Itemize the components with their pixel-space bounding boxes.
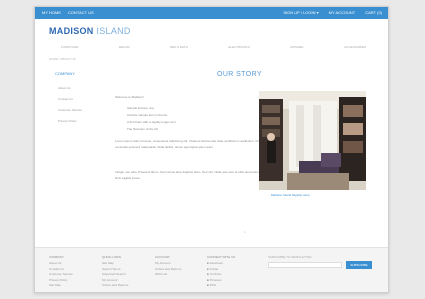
list-item: Sample list item one [127,106,155,110]
list-item: The final item of the list [127,127,158,131]
nav-item-apparel[interactable]: APPAREL [290,45,304,49]
newsletter-label: SUBSCRIBE TO NEWSLETTER [268,255,312,259]
sidebar-item-about[interactable]: About Us [58,86,70,90]
nav-item-decor[interactable]: DECOR [119,45,130,49]
main-nav: FURNITURE DECOR BED & BATH ELECTRONICS A… [61,45,366,49]
footer-social-label: Twitter [209,266,219,271]
footer-social-label: Facebook [209,261,223,265]
top-bar: MY HOME CONTACT US SIGN UP / LOGIN ▾ MY … [35,7,388,19]
footer: COMPANY About Us Contact Us Customer Ser… [35,247,388,292]
pinterest-icon: ■ [207,277,209,282]
sidebar-item-privacy[interactable]: Privacy Policy [58,119,77,123]
nav-item-bed-bath[interactable]: BED & BATH [170,45,188,49]
store-photo [259,91,366,190]
footer-social-link[interactable]: ■ RSS [207,283,235,289]
story-paragraph: Integer nec odio. Praesent libero. Sed c… [115,170,274,180]
footer-column-quick-links: QUICK LINKS Site Map Search Terms Advanc… [102,255,128,289]
signup-link[interactable]: SIGN UP / LOGIN ▾ [283,10,318,15]
store-photo-image [259,91,366,190]
cart-link[interactable]: CART (0) [365,10,382,15]
footer-link[interactable]: Site Map [49,283,73,289]
nav-item-accessories[interactable]: ACCESSORIES [344,45,366,49]
footer-link[interactable]: Wish List [155,272,181,278]
footer-link[interactable]: Customer Service [49,272,73,278]
subscribe-button[interactable]: SUBSCRIBE [346,261,372,269]
footer-link[interactable]: Orders and Returns [102,283,128,289]
footer-column-title: CONNECT WITH US [207,255,236,259]
brand-name-bold: MADISON [49,26,94,36]
footer-column-title: ACCOUNT [155,255,170,259]
home-link[interactable]: MY HOME [42,10,61,15]
nav-item-electronics[interactable]: ELECTRONICS [228,45,249,49]
twitter-icon: ■ [207,266,209,271]
page-title: OUR STORY [217,71,262,78]
youtube-icon: ■ [207,272,209,276]
brand-logo[interactable]: MADISON ISLAND [49,26,131,36]
footer-link[interactable]: Advanced Search [102,272,128,278]
contact-link[interactable]: CONTACT US [68,10,94,15]
sidebar-item-contact[interactable]: Contact Us [58,97,73,101]
account-link[interactable]: MY ACCOUNT [329,10,356,15]
sidebar-title: COMPANY [55,71,75,76]
brand-name-light: ISLAND [96,26,131,36]
story-paragraph: Lorem ipsum dolor sit amet, consectetur … [115,139,262,149]
list-item: A third item with a slightly longer text [127,120,176,124]
photo-caption[interactable]: Madison Island flagship store [271,193,310,197]
browser-window: MY HOME CONTACT US SIGN UP / LOGIN ▾ MY … [34,6,389,293]
pager[interactable]: 1 [244,230,246,234]
footer-social-label: Pinterest [209,277,222,282]
list-item: Another sample item in the list [127,113,168,117]
newsletter-email-input[interactable] [268,262,342,268]
footer-column-account: ACCOUNT My Account Orders and Returns Wi… [155,255,181,278]
footer-column-title: COMPANY [49,255,64,259]
footer-column-connect: CONNECT WITH US ■ Facebook ■ Twitter ■ Y… [207,255,235,289]
footer-column-title: QUICK LINKS [102,255,122,259]
footer-column-company: COMPANY About Us Contact Us Customer Ser… [49,255,73,289]
footer-social-label: YouTube [209,272,222,276]
facebook-icon: ■ [207,261,209,265]
page-lead: Welcome to Madison! [115,95,144,99]
footer-social-label: RSS [209,283,216,287]
breadcrumb[interactable]: HOME / ABOUT US [49,57,76,61]
rss-icon: ■ [207,283,209,287]
sidebar-item-customer-service[interactable]: Customer Service [58,108,82,112]
nav-item-furniture[interactable]: FURNITURE [61,45,78,49]
